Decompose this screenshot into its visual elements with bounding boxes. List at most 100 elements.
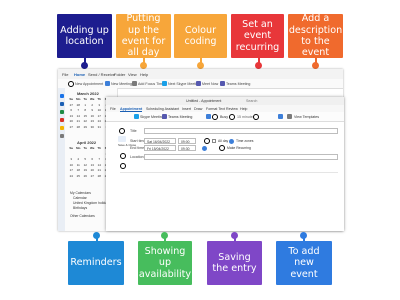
description-body[interactable] — [120, 172, 338, 229]
folders-icon[interactable] — [59, 134, 64, 138]
calendar-day[interactable]: 8 — [82, 108, 89, 113]
calendar-day[interactable]: 4 — [75, 157, 82, 162]
appt-tab-file[interactable]: File — [110, 107, 116, 111]
calendar-day[interactable]: 14 — [96, 163, 103, 168]
appt-tab-format-text[interactable]: Format Text — [206, 107, 225, 111]
folder-calendar[interactable]: Calendar — [73, 196, 87, 200]
calendar-day[interactable]: 2 — [89, 103, 96, 108]
calendar-day[interactable]: 13 — [89, 163, 96, 168]
meet-now-button[interactable]: Meet Now — [202, 82, 218, 86]
calendar-day[interactable]: 21 — [96, 168, 103, 173]
appt-tab-appointment[interactable]: Appointment — [120, 107, 143, 112]
search-box[interactable]: Search — [246, 99, 257, 103]
calendar-day[interactable]: 11 — [75, 163, 82, 168]
calendar-day[interactable]: 7 — [96, 157, 103, 162]
calendar-day[interactable]: 18 — [75, 168, 82, 173]
calendar-day[interactable]: 24 — [96, 119, 103, 124]
calendar-day[interactable]: 17 — [96, 114, 103, 119]
save-close-button[interactable] — [118, 136, 126, 142]
calendar-day[interactable]: 31 — [96, 125, 103, 130]
callout-all-day-text: Putting up the event for all day — [121, 13, 166, 59]
calendar-day[interactable]: 21 — [75, 119, 82, 124]
appt-tab-scheduling[interactable]: Scheduling Assistant — [146, 107, 179, 111]
calendar-day[interactable]: 22 — [82, 119, 89, 124]
start-date-field[interactable]: Sat 16/04/2022 — [144, 138, 176, 144]
tasks-icon[interactable] — [59, 118, 64, 122]
calendar-day[interactable]: 24 — [68, 174, 75, 179]
show-as-icon — [206, 114, 211, 119]
calendar-day[interactable]: 13 — [68, 114, 75, 119]
calendar-day[interactable]: 3 — [68, 157, 75, 162]
calendar-day[interactable]: 16 — [89, 114, 96, 119]
appt-tab-insert[interactable]: Insert — [182, 107, 191, 111]
tab-send-receive[interactable]: Send / Receive — [88, 72, 115, 77]
calendar-day[interactable]: 27 — [68, 103, 75, 108]
calendar-day[interactable]: 28 — [75, 125, 82, 130]
calendar-day[interactable]: 25 — [75, 174, 82, 179]
calendar-day[interactable]: 27 — [89, 174, 96, 179]
calendar-icon[interactable] — [59, 102, 64, 106]
view-templates-button[interactable]: View Templates — [294, 115, 319, 119]
calendar-day[interactable]: 9 — [89, 108, 96, 113]
appt-tab-review[interactable]: Review — [226, 107, 238, 111]
calendar-day[interactable]: 6 — [68, 108, 75, 113]
calendar-day[interactable]: 1 — [82, 103, 89, 108]
weekday-header: Su — [69, 146, 74, 150]
reminder-dropdown[interactable]: 15 minutes — [237, 115, 255, 119]
calendar-day[interactable]: 23 — [89, 119, 96, 124]
teams-meeting-button[interactable]: Teams Meeting — [226, 82, 250, 86]
calendar-day[interactable]: 10 — [96, 108, 103, 113]
meet-now-icon — [196, 81, 201, 86]
calendar-day[interactable]: 26 — [82, 174, 89, 179]
calendar-day[interactable]: 6 — [89, 157, 96, 162]
description-marker — [120, 163, 126, 169]
start-time-field[interactable]: 09:00 — [178, 138, 196, 144]
location-input[interactable] — [144, 154, 338, 160]
appointment-ribbon: Skype Meeting Teams Meeting Busy 15 minu… — [106, 112, 344, 122]
calendar-day[interactable]: 27 — [68, 125, 75, 130]
calendar-day[interactable]: 20 — [89, 168, 96, 173]
calendar-day[interactable]: 28 — [75, 103, 82, 108]
calendar-day[interactable]: 15 — [82, 114, 89, 119]
mail-icon[interactable] — [59, 94, 64, 98]
tab-view[interactable]: View — [128, 72, 137, 77]
calendar-day[interactable]: 3 — [96, 103, 103, 108]
new-meeting-button[interactable]: New Meeting — [111, 82, 132, 86]
tab-folder[interactable]: Folder — [114, 72, 125, 77]
calendar-day[interactable]: 19 — [82, 168, 89, 173]
all-day-checkbox[interactable] — [212, 139, 216, 143]
skype-meeting-button[interactable]: Skype Meeting — [140, 115, 164, 119]
calendar-day[interactable]: 7 — [75, 108, 82, 113]
calendar-day[interactable]: 30 — [89, 125, 96, 130]
calendar-day[interactable]: 29 — [82, 125, 89, 130]
new-appointment-button[interactable]: New Appointment — [75, 82, 103, 86]
weekday-header: We — [90, 97, 95, 101]
calendar-day[interactable]: 5 — [82, 157, 89, 162]
end-time-field[interactable]: 09:30 — [178, 145, 196, 151]
folder-other-calendars[interactable]: Other Calendars — [70, 214, 95, 218]
calendar-day[interactable]: 17 — [68, 168, 75, 173]
calendar-day[interactable]: 12 — [82, 163, 89, 168]
calendar-day[interactable]: 28 — [96, 174, 103, 179]
teams-meeting-button[interactable]: Teams Meeting — [168, 115, 192, 119]
appt-tab-help[interactable]: Help — [240, 107, 247, 111]
end-date-field[interactable]: Fri 15/04/2022 — [144, 145, 176, 151]
folder-uk-holidays[interactable]: United Kingdom holidays — [73, 201, 111, 205]
tab-help[interactable]: Help — [140, 72, 148, 77]
show-as-dropdown[interactable]: Busy — [220, 115, 228, 119]
calendar-day[interactable]: 20 — [68, 119, 75, 124]
notes-icon[interactable] — [59, 126, 64, 130]
folder-birthdays[interactable]: Birthdays — [73, 206, 87, 210]
add-focus-time-button[interactable]: Add Focus Time — [138, 82, 164, 86]
calendar-day[interactable]: 14 — [75, 114, 82, 119]
people-icon[interactable] — [59, 110, 64, 114]
recurrence-icon[interactable] — [278, 114, 283, 119]
tab-home[interactable]: Home — [74, 72, 85, 77]
time-zones-button[interactable]: Time zones — [236, 139, 253, 143]
folder-my-calendars[interactable]: My Calendars — [70, 191, 91, 195]
tab-file[interactable]: File — [62, 72, 68, 77]
make-recurring-button[interactable]: Make Recurring — [227, 146, 251, 150]
title-input[interactable] — [144, 128, 338, 134]
calendar-day[interactable]: 10 — [68, 163, 75, 168]
appt-tab-draw[interactable]: Draw — [194, 107, 202, 111]
